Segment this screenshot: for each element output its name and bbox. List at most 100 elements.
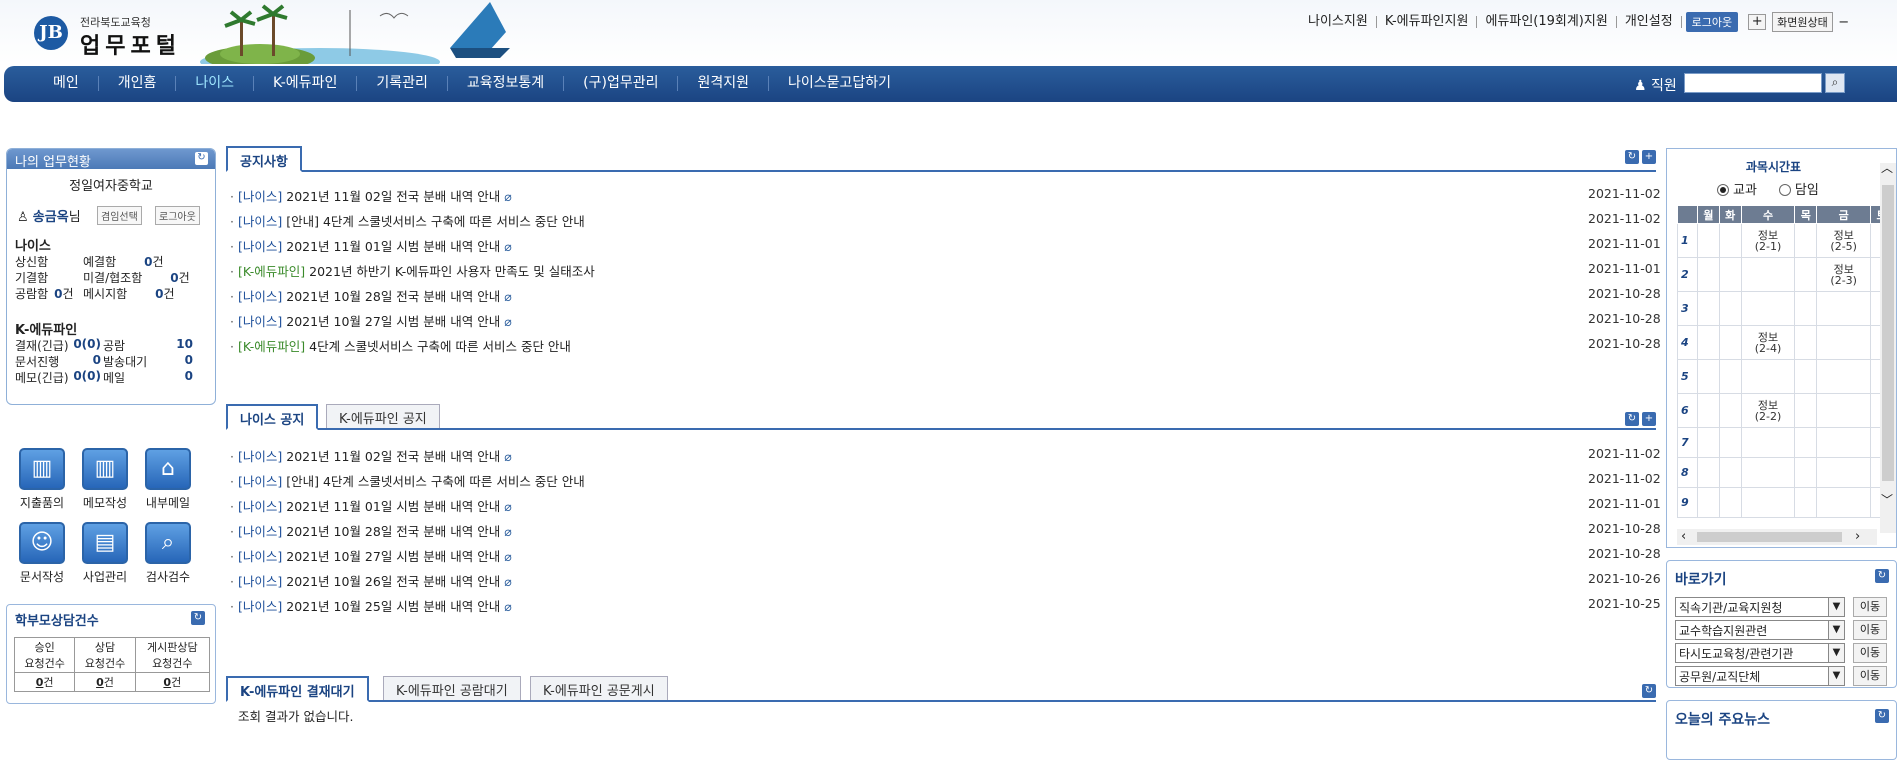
neis-count-4[interactable]: 공람함 0건 xyxy=(15,285,74,302)
choose-concurrent-button[interactable]: 겸임선택 xyxy=(97,206,142,225)
notice-row[interactable]: · [나이스] 2021년 10월 28일 전국 분배 내역 안내 ⌀ 2021-10-… xyxy=(230,286,1660,311)
nav-item-neis-qa[interactable]: 나이스묻고답하기 xyxy=(769,76,910,91)
neis-count-5[interactable]: 메시지함 0건 xyxy=(83,285,175,302)
notice-title[interactable]: 2021년 10월 25일 시범 분배 내역 안내 xyxy=(286,599,500,614)
timetable-cell[interactable]: 정보 (2-1) xyxy=(1740,223,1796,258)
nav-item-neis[interactable]: 나이스 xyxy=(176,76,255,91)
quick-icon-5[interactable]: ⌕ 검사검수 xyxy=(140,522,196,585)
tab-edufine-approval[interactable]: K-에듀파인 결재대기 xyxy=(226,676,369,702)
shortcut-select-1[interactable]: 교수학습지원관련 ▼ xyxy=(1675,620,1845,640)
edufine-count-1[interactable]: 공람 10 xyxy=(103,337,199,354)
nav-item-personal-home[interactable]: 개인홈 xyxy=(99,76,177,91)
refresh-icon[interactable]: ↻ xyxy=(191,611,205,625)
edufine-count-5[interactable]: 메일 0 xyxy=(103,369,199,386)
notice-row[interactable]: · [나이스] 2021년 11월 02일 전국 분배 내역 안내 ⌀ 2021-11-… xyxy=(230,186,1660,211)
reset-screen-button[interactable]: 화면원상태 xyxy=(1772,12,1833,32)
notice-title[interactable]: 2021년 11월 02일 전국 분배 내역 안내 xyxy=(286,189,500,204)
neis-count-0[interactable]: 상신함 xyxy=(15,253,48,270)
shortcut-select-2[interactable]: 타시도교육청/관련기관 ▼ xyxy=(1675,643,1845,663)
shortcut-go-button[interactable]: 이동 xyxy=(1853,666,1887,686)
nav-item-main[interactable]: 메인 xyxy=(34,76,99,91)
notice-title[interactable]: 2021년 10월 27일 시범 분배 내역 안내 xyxy=(286,549,500,564)
nav-item-edu-statistics[interactable]: 교육정보통계 xyxy=(448,76,565,91)
radio-homeroom[interactable]: 담임 xyxy=(1778,179,1819,198)
tab-neis-notice[interactable]: 나이스 공지 xyxy=(226,404,319,430)
timetable-cell[interactable]: 정보 (2-4) xyxy=(1740,325,1796,360)
notice-row[interactable]: · [나이스] 2021년 11월 01일 시범 분배 내역 안내 ⌀ 2021-11-… xyxy=(230,496,1660,521)
nav-item-records[interactable]: 기록관리 xyxy=(357,76,448,91)
scroll-up-icon[interactable]: ︿ xyxy=(1881,159,1893,176)
nav-item-remote-support[interactable]: 원격지원 xyxy=(678,76,770,91)
shortcut-go-button[interactable]: 이동 xyxy=(1853,643,1887,663)
edufine-count-2[interactable]: 문서진행 0 xyxy=(15,353,105,370)
notice-row[interactable]: · [나이스] 2021년 11월 02일 전국 분배 내역 안내 ⌀ 2021-11-… xyxy=(230,446,1660,471)
neis-count-1[interactable]: 예결함 0건 xyxy=(83,253,164,270)
toplink-edufine19-support[interactable]: 에듀파인(19회계)지원 xyxy=(1477,15,1617,28)
staff-search-input[interactable] xyxy=(1684,73,1822,93)
panel-logout-button[interactable]: 로그아웃 xyxy=(155,206,200,225)
more-plus-icon[interactable]: + xyxy=(1642,412,1656,426)
notice-row[interactable]: · [나이스] 2021년 10월 28일 전국 분배 내역 안내 ⌀ 2021-10-… xyxy=(230,521,1660,546)
counsel-count[interactable]: 0건 xyxy=(134,672,211,692)
shortcut-go-button[interactable]: 이동 xyxy=(1853,597,1887,617)
notice-row[interactable]: · [나이스] [안내] 4단계 스쿨넷서비스 구축에 따른 서비스 중단 안내 20… xyxy=(230,211,1660,236)
toplink-personal-settings[interactable]: 개인설정 xyxy=(1617,15,1682,28)
search-icon[interactable]: ⌕ xyxy=(1825,73,1845,93)
tab-edufine-posting[interactable]: K-에듀파인 공문게시 xyxy=(530,676,668,700)
shortcut-select-0[interactable]: 직속기관/교육지원청 ▼ xyxy=(1675,597,1845,617)
refresh-icon[interactable]: ↻ xyxy=(195,152,208,165)
notice-title[interactable]: 2021년 11월 01일 시범 분배 내역 안내 xyxy=(286,499,500,514)
notice-row[interactable]: · [나이스] 2021년 10월 27일 시범 분배 내역 안내 ⌀ 2021-10-… xyxy=(230,546,1660,571)
refresh-icon[interactable]: ↻ xyxy=(1875,709,1889,723)
tab-edufine-notice[interactable]: K-에듀파인 공지 xyxy=(326,404,440,428)
counsel-count[interactable]: 0건 xyxy=(13,672,76,692)
edufine-count-0[interactable]: 결재(긴급) 0(0) xyxy=(15,337,105,354)
neis-count-3[interactable]: 미결/협조함 0건 xyxy=(83,269,190,286)
scroll-right-icon[interactable]: › xyxy=(1855,529,1860,544)
notice-row[interactable]: · [나이스] 2021년 10월 26일 전국 분배 내역 안내 ⌀ 2021-10-… xyxy=(230,571,1660,596)
toplink-neis-support[interactable]: 나이스지원 xyxy=(1300,15,1377,28)
neis-count-2[interactable]: 기결함 xyxy=(15,269,48,286)
quick-icon-1[interactable]: ▥ 메모작성 xyxy=(77,448,133,511)
radio-subject[interactable]: 교과 xyxy=(1717,179,1757,198)
quick-icon-3[interactable]: ☺ 문서작성 xyxy=(14,522,70,585)
notice-title[interactable]: [안내] 4단계 스쿨넷서비스 구축에 따른 서비스 중단 안내 xyxy=(286,474,585,489)
timetable-cell[interactable]: 정보 (2-3) xyxy=(1816,257,1872,292)
notice-title[interactable]: [안내] 4단계 스쿨넷서비스 구축에 따른 서비스 중단 안내 xyxy=(286,214,585,229)
scroll-down-icon[interactable]: ﹀ xyxy=(1881,491,1893,508)
tab-notice[interactable]: 공지사항 xyxy=(226,146,302,172)
edufine-count-4[interactable]: 메모(긴급) 0(0) xyxy=(15,369,105,386)
notice-row[interactable]: · [나이스] 2021년 10월 25일 시범 분배 내역 안내 ⌀ 2021-10-… xyxy=(230,596,1660,621)
shortcut-go-button[interactable]: 이동 xyxy=(1853,620,1887,640)
refresh-icon[interactable]: ↻ xyxy=(1642,684,1656,698)
quick-icon-4[interactable]: ▤ 사업관리 xyxy=(77,522,133,585)
more-plus-icon[interactable]: + xyxy=(1642,150,1656,164)
notice-title[interactable]: 2021년 10월 28일 전국 분배 내역 안내 xyxy=(286,524,500,539)
shortcut-select-3[interactable]: 공무원/교직단체 ▼ xyxy=(1675,666,1845,686)
toplink-edufine-support[interactable]: K-에듀파인지원 xyxy=(1377,15,1478,28)
zoom-out-button[interactable]: − xyxy=(1837,15,1851,30)
notice-row[interactable]: · [나이스] [안내] 4단계 스쿨넷서비스 구축에 따른 서비스 중단 안내 20… xyxy=(230,471,1660,496)
refresh-icon[interactable]: ↻ xyxy=(1625,150,1639,164)
refresh-icon[interactable]: ↻ xyxy=(1625,412,1639,426)
notice-title[interactable]: 2021년 11월 02일 전국 분배 내역 안내 xyxy=(286,449,500,464)
notice-title[interactable]: 2021년 10월 26일 전국 분배 내역 안내 xyxy=(286,574,500,589)
zoom-in-button[interactable]: + xyxy=(1748,14,1767,30)
edufine-count-3[interactable]: 발송대기 0 xyxy=(103,353,199,370)
logout-button[interactable]: 로그아웃 xyxy=(1685,12,1739,32)
notice-row[interactable]: · [K-에듀파인] 2021년 하반기 K-에듀파인 사용자 만족도 및 실태조사… xyxy=(230,261,1660,286)
notice-row[interactable]: · [나이스] 2021년 10월 27일 시범 분배 내역 안내 ⌀ 2021-10-… xyxy=(230,311,1660,336)
timetable-cell[interactable]: 정보 (2-5) xyxy=(1816,223,1872,258)
scroll-left-icon[interactable]: ‹ xyxy=(1681,529,1686,544)
quick-icon-0[interactable]: ▥ 지출품의 xyxy=(14,448,70,511)
tab-edufine-circulation[interactable]: K-에듀파인 공람대기 xyxy=(383,676,521,700)
notice-row[interactable]: · [나이스] 2021년 11월 01일 시범 분배 내역 안내 ⌀ 2021-11-… xyxy=(230,236,1660,261)
notice-title[interactable]: 2021년 10월 27일 시범 분배 내역 안내 xyxy=(286,314,500,329)
nav-item-k-edufine[interactable]: K-에듀파인 xyxy=(254,76,358,91)
notice-row[interactable]: · [K-에듀파인] 4단계 스쿨넷서비스 구축에 따른 서비스 중단 안내 2021… xyxy=(230,336,1660,361)
timetable-hscroll-thumb[interactable] xyxy=(1697,532,1842,542)
notice-title[interactable]: 2021년 하반기 K-에듀파인 사용자 만족도 및 실태조사 xyxy=(309,264,595,279)
notice-title[interactable]: 2021년 10월 28일 전국 분배 내역 안내 xyxy=(286,289,500,304)
notice-title[interactable]: 4단계 스쿨넷서비스 구축에 따른 서비스 중단 안내 xyxy=(309,339,571,354)
timetable-cell[interactable]: 정보 (2-2) xyxy=(1740,393,1796,428)
